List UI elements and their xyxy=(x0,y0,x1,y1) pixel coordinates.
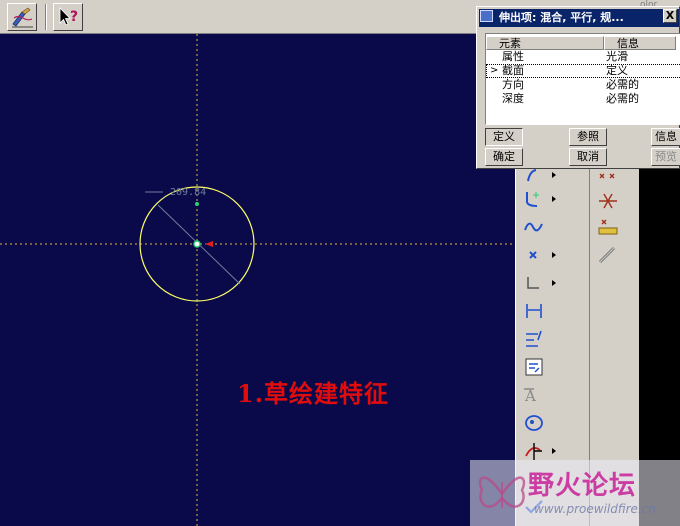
reference-button[interactable]: 参照 xyxy=(569,128,607,146)
delete-segment-button[interactable] xyxy=(596,168,620,190)
butterfly-logo-icon xyxy=(478,476,526,508)
divide-icon xyxy=(599,193,617,209)
watermark-url: www.proewildfire.cn xyxy=(534,502,656,516)
arc-tool-icon xyxy=(527,169,537,182)
sketch-button[interactable] xyxy=(7,3,37,31)
column-header-info[interactable]: 信息 xyxy=(604,36,676,50)
mirror-icon xyxy=(598,219,618,235)
sketch-graphics: 209.84 xyxy=(0,34,515,526)
current-row-marker: > xyxy=(490,65,499,76)
row-element: 属性 xyxy=(502,50,524,63)
coordinate-system-icon xyxy=(527,277,539,289)
point-tool-button[interactable] xyxy=(522,244,546,266)
palette-icon xyxy=(525,415,543,431)
toolbar-separator xyxy=(45,4,47,30)
fillet-tool-button[interactable] xyxy=(522,188,546,210)
text-tool-button[interactable]: A xyxy=(522,384,546,406)
define-button[interactable]: 定义 xyxy=(485,128,523,146)
forum-watermark: 野火论坛 www.proewildfire.cn xyxy=(470,460,680,526)
cancel-button[interactable]: 取消 xyxy=(569,148,607,166)
info-button[interactable]: 信息 xyxy=(651,128,680,146)
delete-segment-icon xyxy=(599,173,615,179)
row-element: 截面 xyxy=(502,64,524,77)
column-header-element[interactable]: 元素 xyxy=(486,36,604,50)
trim-icon xyxy=(525,443,542,460)
list-row-direction[interactable]: 方向 必需的 xyxy=(486,78,680,92)
mirror-button[interactable] xyxy=(596,216,620,238)
modify-icon xyxy=(526,330,542,347)
watermark-title: 野火论坛 xyxy=(528,471,637,501)
sketch-icon xyxy=(12,7,33,28)
trim-flyout-arrow[interactable] xyxy=(552,448,556,454)
protrusion-dialog: 伸出项: 混合, 平行, 规... X 元素 信息 属性 光滑 > 截面 定义 … xyxy=(476,6,680,169)
row-element: 深度 xyxy=(502,92,524,105)
arc-flyout-arrow[interactable] xyxy=(552,172,556,178)
row-info: 必需的 xyxy=(606,92,639,105)
red-constraint-marker xyxy=(205,241,213,247)
tutorial-caption: 1.草绘建特征 xyxy=(237,379,390,408)
ok-button[interactable]: 确定 xyxy=(485,148,523,166)
point-flyout-arrow[interactable] xyxy=(552,252,556,258)
fillet-flyout-arrow[interactable] xyxy=(552,196,556,202)
modify-tool-button[interactable] xyxy=(522,328,546,350)
preview-button[interactable]: 预览 xyxy=(651,148,680,166)
row-element: 方向 xyxy=(502,78,524,91)
trim-tool-button[interactable] xyxy=(522,440,546,462)
dimension-icon xyxy=(526,304,542,318)
rotate-resize-icon xyxy=(598,246,616,264)
row-info: 必需的 xyxy=(606,78,639,91)
palette-tool-button[interactable] xyxy=(522,412,546,434)
element-list[interactable]: 元素 信息 属性 光滑 > 截面 定义 方向 必需的 深度 必需的 xyxy=(485,33,680,125)
list-row-depth[interactable]: 深度 必需的 xyxy=(486,92,680,106)
divide-button[interactable] xyxy=(596,190,620,212)
diameter-dimension: 209.84 xyxy=(170,187,206,198)
dialog-icon xyxy=(480,10,493,22)
row-info: 光滑 xyxy=(606,50,628,63)
coordinate-system-button[interactable] xyxy=(522,272,546,294)
list-row-attributes[interactable]: 属性 光滑 xyxy=(486,50,680,64)
fillet-tool-icon xyxy=(526,192,539,207)
text-tool-icon: A xyxy=(524,387,536,405)
constraint-icon xyxy=(525,358,543,376)
dimension-tool-button[interactable] xyxy=(522,300,546,322)
svg-text:?: ? xyxy=(70,9,78,25)
green-constraint-point xyxy=(195,202,199,206)
list-row-section[interactable]: > 截面 定义 xyxy=(486,64,680,78)
spline-tool-button[interactable] xyxy=(522,216,546,238)
rotate-resize-button[interactable] xyxy=(596,244,620,266)
center-point xyxy=(193,240,201,248)
whats-this-help-button[interactable]: ? xyxy=(53,3,83,31)
arc-tool-button[interactable] xyxy=(522,168,546,190)
dialog-title[interactable]: 伸出项: 混合, 平行, 规... xyxy=(479,9,679,27)
coordinate-flyout-arrow[interactable] xyxy=(552,280,556,286)
dialog-close-button[interactable]: X xyxy=(663,9,677,23)
point-tool-icon xyxy=(529,251,537,259)
whats-this-help-icon: ? xyxy=(59,7,78,26)
sketch-canvas[interactable]: 209.84 xyxy=(0,34,515,526)
constraint-tool-button[interactable] xyxy=(522,356,546,378)
spline-tool-icon xyxy=(524,222,543,232)
row-info: 定义 xyxy=(606,64,628,77)
